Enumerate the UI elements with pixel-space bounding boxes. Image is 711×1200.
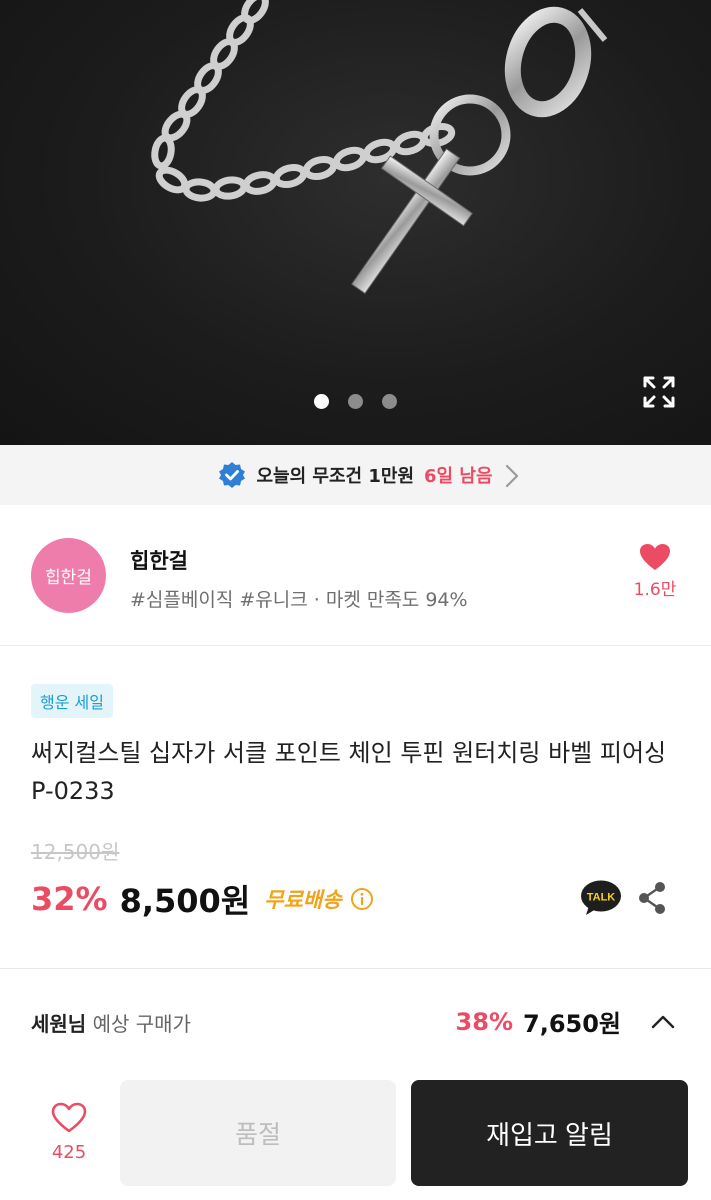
promo-time-left: 6일 남음 bbox=[424, 466, 493, 487]
shop-like-count: 1.6만 bbox=[633, 580, 677, 600]
svg-text:TALK: TALK bbox=[587, 892, 616, 904]
estimated-price-toggle[interactable]: 38% 7,650원 bbox=[456, 1004, 675, 1039]
product-title: 써지컬스틸 십자가 서클 포인트 체인 투핀 원터치링 바벨 피어싱 P-023… bbox=[31, 739, 667, 805]
share-icon[interactable] bbox=[636, 881, 668, 915]
sale-price: 8,500원 bbox=[119, 882, 251, 920]
shop-info[interactable]: 힙한걸 힙한걸 #심플베이직 #유니크 · 마켓 만족도 94% 1.6만 bbox=[0, 505, 711, 646]
info-icon[interactable] bbox=[350, 887, 374, 911]
estimate-price: 7,650원 bbox=[523, 1010, 621, 1038]
verified-check-icon bbox=[219, 462, 246, 488]
heart-icon bbox=[640, 544, 670, 570]
soldout-button: 품절 bbox=[120, 1080, 396, 1186]
estimate-label: 예상 구매가 bbox=[92, 1012, 191, 1036]
kakao-talk-icon[interactable]: TALK bbox=[580, 879, 622, 917]
chevron-up-icon[interactable] bbox=[651, 1015, 675, 1029]
discount-rate: 32% bbox=[31, 880, 108, 918]
product-photo bbox=[151, 0, 608, 295]
product-image-gallery[interactable] bbox=[0, 0, 711, 445]
carousel-dot[interactable] bbox=[382, 394, 397, 409]
promo-text: 오늘의 무조건 1만원 bbox=[256, 466, 415, 487]
carousel-dot[interactable] bbox=[314, 394, 329, 409]
original-price: 12,500원 bbox=[31, 840, 120, 864]
shop-tags: #심플베이직 #유니크 · 마켓 만족도 94% bbox=[130, 589, 468, 611]
estimate-discount: 38% bbox=[455, 1007, 513, 1036]
free-shipping-label: 무료배송 bbox=[264, 888, 342, 912]
carousel-indicator bbox=[0, 394, 711, 409]
promo-banner[interactable]: 오늘의 무조건 1만원 6일 남음 bbox=[0, 445, 711, 505]
restock-alert-button[interactable]: 재입고 알림 bbox=[411, 1080, 688, 1186]
price-row: 32% 8,500원 무료배송 bbox=[31, 876, 374, 922]
user-name: 세원님 bbox=[31, 1012, 87, 1036]
estimated-price-label: 세원님 예상 구매가 bbox=[31, 1008, 191, 1037]
shop-like-button[interactable]: 1.6만 bbox=[625, 543, 685, 600]
wishlist-count: 425 bbox=[51, 1142, 87, 1163]
section-divider bbox=[0, 968, 711, 969]
expand-icon[interactable] bbox=[641, 374, 677, 410]
wishlist-button[interactable]: 425 bbox=[40, 1102, 98, 1163]
shop-name[interactable]: 힙한걸 bbox=[130, 545, 188, 575]
shop-logo[interactable]: 힙한걸 bbox=[31, 538, 106, 613]
chevron-right-icon bbox=[505, 464, 519, 488]
carousel-dot[interactable] bbox=[348, 394, 363, 409]
heart-outline-icon bbox=[51, 1102, 87, 1133]
sale-badge: 행운 세일 bbox=[31, 684, 113, 718]
